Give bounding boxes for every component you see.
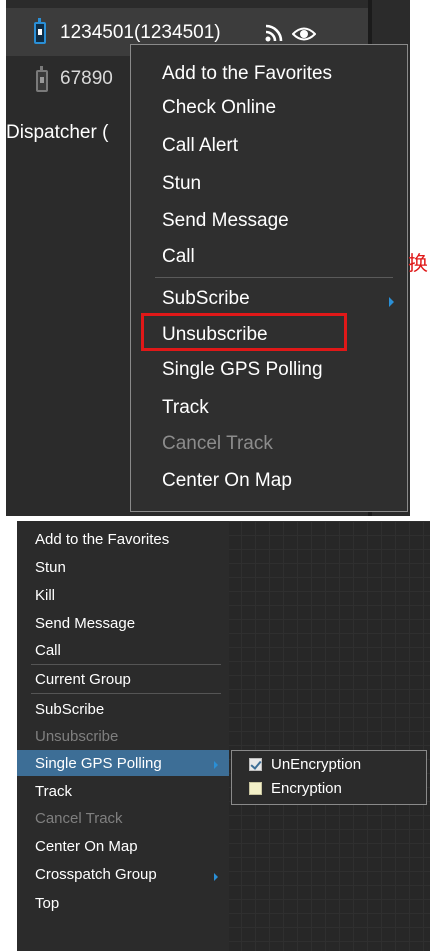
submenu-arrow-icon [389,297,394,307]
menu-item-track[interactable]: Track [35,783,72,800]
menu-divider [31,664,221,665]
menu-item-check-online[interactable]: Check Online [162,97,276,119]
checkbox-encryption[interactable] [249,782,262,795]
device-name: 1234501(1234501) [60,22,221,43]
menu-item-center-on-map[interactable]: Center On Map [162,470,292,492]
menu-item-call[interactable]: Call [162,246,195,268]
submenu-item-encryption[interactable]: Encryption [271,780,342,797]
device-tree-panel-top: 1234501(1234501) 67890 Dispatcher ( Add … [6,0,410,516]
gps-polling-submenu: UnEncryption Encryption [231,750,427,805]
radio-device-icon [34,18,46,44]
highlight-annotation-box [141,313,347,351]
menu-item-cancel-track: Cancel Track [162,433,273,454]
radio-device-offline-icon [36,66,48,92]
menu-divider [155,277,393,278]
menu-item-unsubscribe: Unsubscribe [35,728,119,745]
rss-subscribe-icon [265,24,283,42]
menu-item-center-on-map[interactable]: Center On Map [35,838,138,855]
eye-monitor-icon [292,27,316,41]
menu-item-add-favorites[interactable]: Add to the Favorites [35,531,169,548]
map-panel-bottom: Add to the Favorites Stun Kill Send Mess… [17,521,430,951]
menu-item-current-group[interactable]: Current Group [35,671,131,688]
menu-item-send-message[interactable]: Send Message [162,210,289,232]
menu-item-single-gps-polling[interactable]: Single GPS Polling [35,755,162,772]
device-name: 67890 [60,68,113,89]
menu-item-subscribe[interactable]: SubScribe [35,701,104,718]
context-menu: Add to the Favorites Check Online Call A… [130,44,408,512]
submenu-arrow-icon [214,873,218,881]
menu-item-call-alert[interactable]: Call Alert [162,135,238,157]
side-annotation-text: 换 [408,251,428,275]
menu-item-call[interactable]: Call [35,642,61,659]
menu-item-single-gps-polling[interactable]: Single GPS Polling [162,359,323,381]
menu-item-cancel-track: Cancel Track [35,810,123,827]
checkbox-unencryption[interactable] [249,758,262,771]
menu-item-kill[interactable]: Kill [35,587,55,604]
menu-item-stun[interactable]: Stun [35,559,66,576]
submenu-arrow-icon [214,761,218,769]
menu-item-stun[interactable]: Stun [162,173,201,195]
menu-item-crosspatch-group[interactable]: Crosspatch Group [35,866,157,883]
menu-item-top[interactable]: Top [35,895,59,912]
menu-item-add-favorites[interactable]: Add to the Favorites [162,63,332,85]
menu-item-subscribe[interactable]: SubScribe [162,288,250,310]
context-menu: Add to the Favorites Stun Kill Send Mess… [17,521,229,951]
dispatcher-label: Dispatcher ( [6,122,109,143]
menu-item-send-message[interactable]: Send Message [35,615,135,632]
submenu-item-unencryption[interactable]: UnEncryption [271,756,361,773]
menu-divider [31,693,221,694]
menu-item-track[interactable]: Track [162,397,209,419]
